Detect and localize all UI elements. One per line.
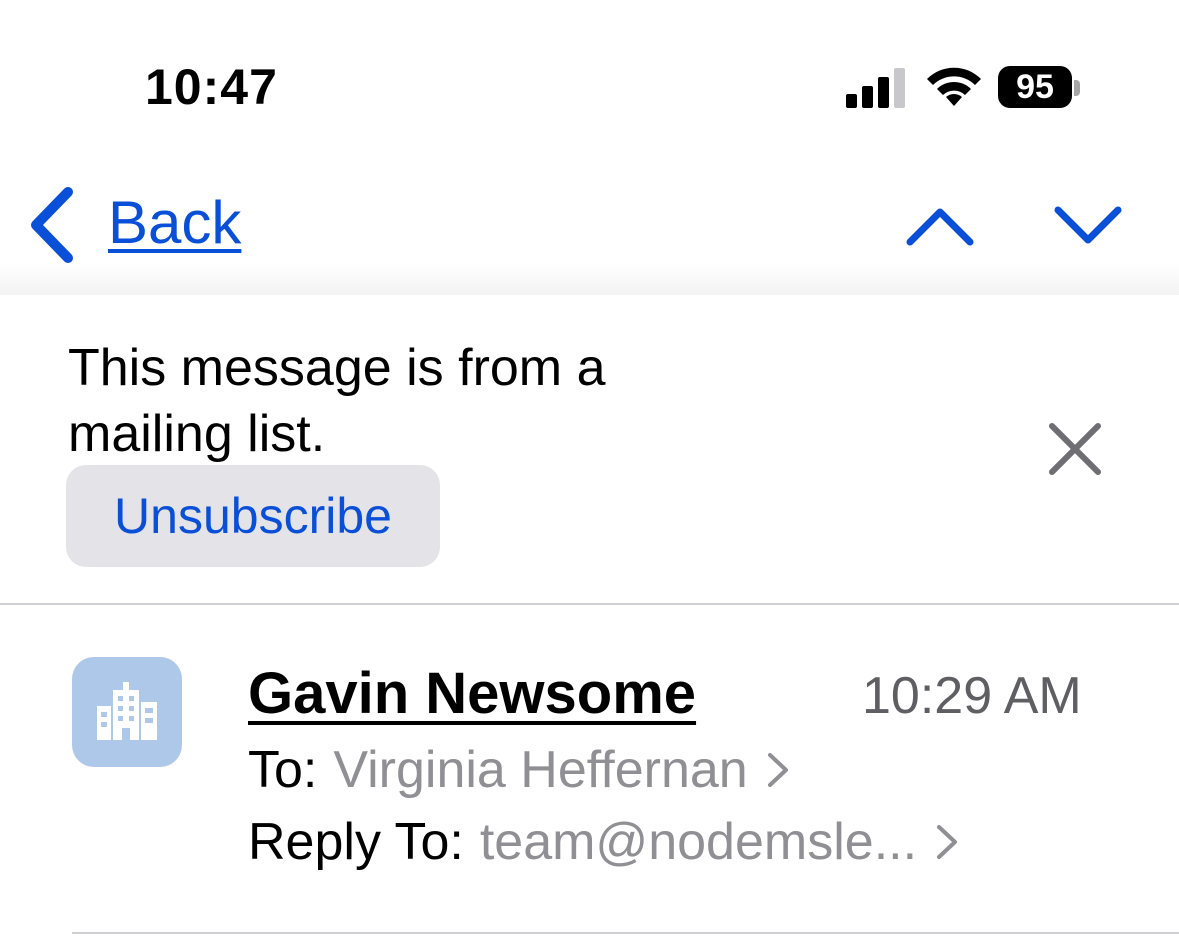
to-recipient[interactable]: Virginia Heffernan <box>333 740 747 800</box>
divider <box>0 603 1179 605</box>
reply-to-label: Reply To: <box>248 813 464 871</box>
previous-message-icon[interactable] <box>904 204 976 248</box>
wifi-icon <box>927 67 981 106</box>
status-time: 10:47 <box>145 59 278 115</box>
status-bar: 10:47 95 <box>0 0 1179 150</box>
signal-icon <box>846 68 905 108</box>
back-chevron-icon[interactable] <box>26 186 78 264</box>
next-message-icon[interactable] <box>1052 204 1124 248</box>
message-time: 10:29 AM <box>862 667 1082 725</box>
divider <box>72 932 1179 934</box>
close-icon[interactable] <box>1046 420 1104 478</box>
reply-to-row: Reply To: team@nodemsle... <box>248 812 959 872</box>
building-icon <box>97 682 157 740</box>
reply-to-address[interactable]: team@nodemsle... <box>480 812 917 872</box>
chevron-right-icon[interactable] <box>935 823 959 861</box>
sender-name[interactable]: Gavin Newsome <box>248 660 696 727</box>
back-button[interactable]: Back <box>108 188 241 257</box>
chevron-right-icon[interactable] <box>766 751 790 789</box>
to-row: To: Virginia Heffernan <box>248 740 790 800</box>
battery-tip <box>1074 80 1080 96</box>
battery-icon: 95 <box>998 66 1072 108</box>
mailing-list-message: This message is from a mailing list. <box>68 339 606 463</box>
sender-avatar[interactable] <box>72 657 182 767</box>
to-label: To: <box>248 741 318 799</box>
battery-level: 95 <box>1016 67 1054 106</box>
unsubscribe-button[interactable]: Unsubscribe <box>66 465 440 567</box>
